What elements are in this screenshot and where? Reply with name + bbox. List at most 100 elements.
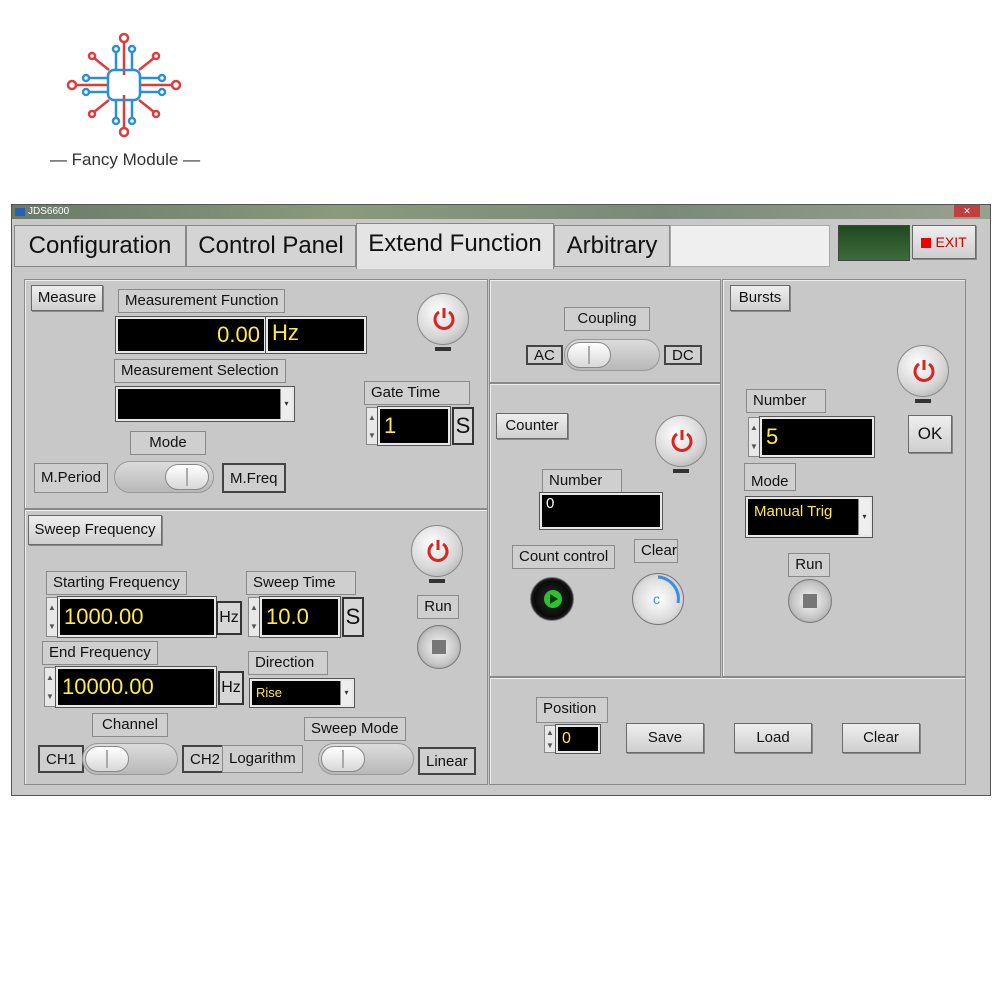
coupling-dc-label: DC [664, 345, 702, 365]
sweep-time-label: Sweep Time [246, 571, 356, 595]
storage-clear-button[interactable]: Clear [842, 723, 920, 753]
sweep-run-button[interactable] [417, 625, 461, 669]
starting-frequency-display[interactable]: 1000.00 [57, 596, 217, 638]
dropdown-arrow-icon: ▾ [858, 499, 870, 535]
bursts-number-spinner[interactable]: ▲ ▼ [748, 417, 760, 457]
direction-value: Rise [256, 685, 283, 700]
window-title: JDS6600 [28, 206, 70, 217]
brand-logo [64, 30, 184, 140]
bursts-ok-button[interactable]: OK [908, 415, 952, 453]
save-button[interactable]: Save [626, 723, 704, 753]
end-frequency-display[interactable]: 10000.00 [55, 666, 217, 708]
spin-down-icon: ▼ [46, 692, 54, 701]
bursts-power-button[interactable] [897, 345, 949, 397]
spin-down-icon: ▼ [48, 622, 56, 631]
tab-arbitrary[interactable]: Arbitrary [554, 225, 670, 267]
bursts-number-label: Number [746, 389, 826, 413]
gate-time-label: Gate Time [364, 381, 470, 405]
spin-up-icon: ▲ [250, 603, 258, 612]
counter-number-label: Number [542, 469, 622, 493]
gate-time-spinner[interactable]: ▲ ▼ [366, 407, 378, 445]
counter-clear-label: Clear [634, 539, 678, 563]
gate-time-unit: S [452, 407, 474, 445]
power-icon [427, 540, 449, 562]
starting-frequency-unit: Hz [216, 601, 242, 635]
measure-button[interactable]: Measure [31, 285, 103, 311]
measurement-selection-dropdown[interactable]: ▾ [115, 386, 295, 422]
channel-ch1-label: CH1 [38, 745, 85, 773]
counter-clear-button[interactable]: c [632, 573, 684, 625]
direction-dropdown[interactable]: Rise ▾ [249, 678, 355, 708]
refresh-icon: c [653, 575, 680, 607]
sweep-power-led [429, 579, 445, 583]
exit-button[interactable]: EXIT [912, 225, 976, 259]
dropdown-arrow-icon: ▾ [340, 681, 352, 705]
bursts-run-label: Run [788, 553, 830, 577]
channel-label: Channel [92, 713, 168, 737]
sweep-frequency-button[interactable]: Sweep Frequency [28, 515, 162, 545]
measurement-function-label: Measurement Function [118, 289, 286, 313]
channel-toggle[interactable] [82, 743, 178, 775]
toggle-knob [321, 746, 365, 772]
end-frequency-spinner[interactable]: ▲ ▼ [44, 667, 56, 707]
bursts-number-display[interactable]: 5 [759, 416, 875, 458]
logo-dash-right: — [178, 150, 201, 169]
app-icon [15, 208, 25, 216]
svg-text:c: c [653, 591, 660, 607]
coupling-toggle[interactable] [564, 339, 660, 371]
position-label: Position [536, 697, 608, 723]
measurement-unit-display: Hz [265, 316, 367, 354]
bursts-mode-value: Manual Trig [754, 503, 833, 520]
logo-text: Fancy Module [71, 150, 179, 169]
mode-m-freq-label: M.Freq [222, 463, 286, 493]
spin-up-icon: ▲ [750, 423, 758, 432]
play-icon [544, 590, 562, 608]
bursts-run-button[interactable] [788, 579, 832, 623]
stop-icon [921, 238, 932, 248]
starting-frequency-spinner[interactable]: ▲ ▼ [46, 597, 58, 637]
toggle-knob [567, 342, 611, 368]
logo-caption: — Fancy Module — [40, 150, 210, 170]
sweep-time-unit: S [342, 597, 364, 637]
counter-number-display: 0 [539, 492, 663, 530]
count-control-label: Count control [512, 545, 616, 569]
sweep-mode-linear-label: Linear [418, 747, 476, 775]
spin-down-icon: ▼ [750, 442, 758, 451]
bursts-button[interactable]: Bursts [730, 285, 790, 311]
sweep-mode-toggle[interactable] [318, 743, 414, 775]
bursts-mode-dropdown[interactable]: Manual Trig ▾ [745, 496, 873, 538]
app-window: JDS6600 ✕ Configuration Control Panel Ex… [11, 204, 991, 796]
spin-down-icon: ▼ [250, 622, 258, 631]
stop-square-icon [432, 640, 446, 654]
tab-configuration[interactable]: Configuration [14, 225, 186, 267]
coupling-label: Coupling [564, 307, 650, 331]
starting-frequency-label: Starting Frequency [46, 571, 187, 595]
sweep-mode-label: Sweep Mode [304, 717, 406, 741]
sweep-time-display[interactable]: 10.0 [259, 596, 341, 638]
counter-power-button[interactable] [655, 415, 707, 467]
spin-down-icon: ▼ [546, 741, 554, 750]
end-frequency-label: End Frequency [42, 641, 158, 665]
load-button[interactable]: Load [734, 723, 812, 753]
bursts-mode-label: Mode [744, 463, 796, 491]
gate-time-display[interactable]: 1 [377, 406, 451, 446]
toggle-knob [85, 746, 129, 772]
power-icon [671, 430, 693, 452]
measure-power-button[interactable] [417, 293, 469, 345]
dropdown-arrow-icon: ▾ [280, 389, 292, 419]
toggle-knob [165, 464, 209, 490]
count-control-button[interactable] [530, 577, 574, 621]
tab-control-panel[interactable]: Control Panel [186, 225, 356, 267]
power-icon [433, 308, 455, 330]
measurement-value-display: 0.00 [115, 316, 267, 354]
position-spinner[interactable]: ▲ ▼ [544, 725, 556, 753]
sweep-time-spinner[interactable]: ▲ ▼ [248, 597, 260, 637]
measure-mode-toggle[interactable] [114, 461, 214, 493]
end-frequency-unit: Hz [218, 671, 244, 705]
close-icon[interactable]: ✕ [954, 205, 980, 217]
position-display[interactable]: 0 [555, 724, 601, 754]
tab-extend-function[interactable]: Extend Function [356, 223, 554, 269]
spin-up-icon: ▲ [46, 673, 54, 682]
counter-button[interactable]: Counter [496, 413, 568, 439]
sweep-power-button[interactable] [411, 525, 463, 577]
